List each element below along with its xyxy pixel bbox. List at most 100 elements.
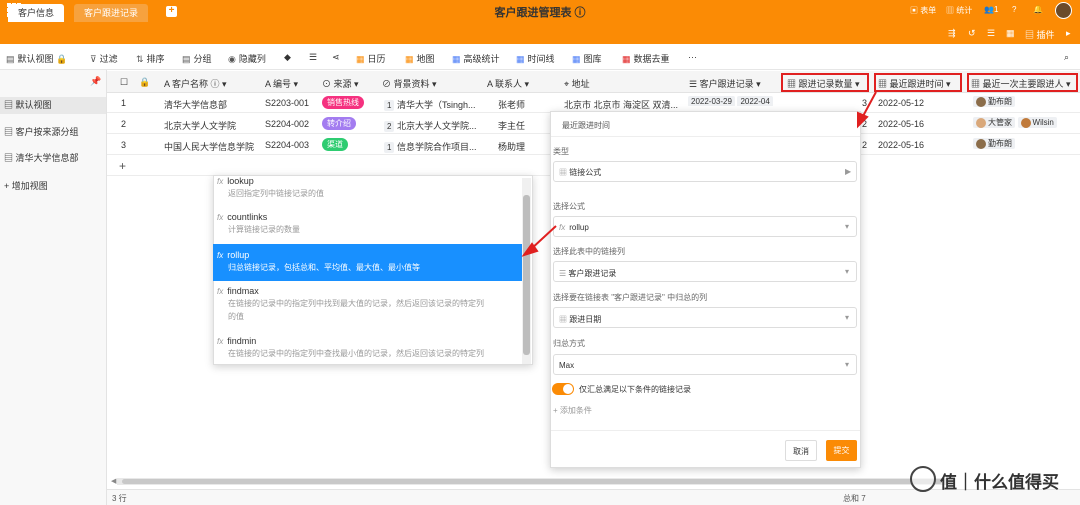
- lock-icon: 🔒: [56, 54, 68, 64]
- col-header-contact[interactable]: A 联系人 ▾: [487, 77, 529, 90]
- formula-select[interactable]: [553, 216, 857, 237]
- sidebar-item-tsinghua[interactable]: ▤ 清华大学信息部: [4, 151, 79, 164]
- cell-code[interactable]: S2204-003: [265, 140, 309, 150]
- filter-button[interactable]: ⊽ 过滤: [90, 52, 118, 65]
- cancel-button[interactable]: 取消: [785, 440, 817, 461]
- calendar-button[interactable]: ▦ 日历: [356, 52, 386, 65]
- cell-address[interactable]: 北京市 北京市 海淀区 双清...: [564, 98, 682, 111]
- cell-code[interactable]: S2203-001: [265, 98, 309, 108]
- panel-title[interactable]: 最近跟进时间: [562, 120, 610, 131]
- more-icon[interactable]: ▸: [1066, 28, 1071, 39]
- users-button[interactable]: 👥1: [984, 5, 998, 14]
- search-icon[interactable]: ⌕: [1064, 52, 1069, 63]
- horizontal-scrollbar-thumb[interactable]: [122, 479, 942, 484]
- gallery-button[interactable]: ▦ 图库: [572, 52, 602, 65]
- source-badge[interactable]: 转介绍: [322, 117, 356, 130]
- scroll-left-icon[interactable]: ◀: [111, 477, 116, 485]
- share-icon[interactable]: ⇶: [948, 28, 956, 39]
- aggregation-value: Max: [559, 361, 575, 370]
- annotation-arrow-rollup: [521, 225, 557, 257]
- source-badge[interactable]: 渠道: [322, 138, 348, 151]
- add-row-line: [107, 156, 558, 176]
- add-view-button[interactable]: + 增加视图: [4, 179, 48, 192]
- fields-icon[interactable]: ▦: [1006, 28, 1015, 39]
- panel-divider: [551, 136, 860, 137]
- cell-main-person[interactable]: 勤布朗: [973, 138, 1015, 149]
- cell-last-time[interactable]: 2022-05-16: [878, 119, 924, 129]
- cell-contact[interactable]: 张老师: [498, 98, 525, 111]
- rollup-column-label: 选择要在链接表 "客户跟进记录" 中归总的列: [553, 293, 708, 302]
- group-button[interactable]: ▤ 分组: [182, 52, 212, 65]
- history-icon[interactable]: ↺: [968, 28, 976, 39]
- col-header-name[interactable]: A 客户名称 ⓘ ▾: [164, 77, 227, 90]
- cell-contact[interactable]: 杨助理: [498, 140, 525, 153]
- cell-background[interactable]: 1 清华大学（Tsingh...: [384, 98, 484, 111]
- more-tools-button[interactable]: ···: [688, 52, 697, 62]
- info-icon[interactable]: ⓘ: [575, 7, 586, 19]
- fill-icon[interactable]: ◆: [284, 52, 291, 63]
- cell-name[interactable]: 北京大学人文学院: [164, 119, 256, 132]
- col-header-background[interactable]: ⊘ 背景资料 ▾: [382, 77, 437, 90]
- cell-main-person[interactable]: 大管家 Wilsin: [973, 117, 1057, 128]
- cell-background[interactable]: 1 信息学院合作项目...: [384, 140, 484, 153]
- sort-button[interactable]: ⇅ 排序: [136, 52, 165, 65]
- plugin-button[interactable]: ▤ 插件: [1025, 28, 1055, 41]
- row-number: 2: [121, 119, 127, 129]
- option-findmax[interactable]: fx findmax 在链接的记录中的指定列中找到最大值的记录，然后返回该记录的特…: [213, 286, 523, 330]
- dropdown-scrollbar-thumb[interactable]: [523, 195, 530, 355]
- source-badge[interactable]: 销售热线: [322, 96, 364, 109]
- stats-button[interactable]: ▥ 统计: [946, 5, 972, 16]
- map-button[interactable]: ▦ 地图: [405, 52, 435, 65]
- table-footer: [107, 489, 1080, 505]
- add-condition-button[interactable]: + 添加条件: [553, 405, 592, 416]
- cell-background[interactable]: 2 北京大学人文学院...: [384, 119, 484, 132]
- pin-icon[interactable]: 📌: [90, 76, 101, 87]
- formula-value: fx rollup: [559, 223, 589, 232]
- user-avatar[interactable]: [1055, 2, 1072, 19]
- col-header-source[interactable]: ⊙ 来源 ▾: [322, 77, 359, 90]
- chevron-down-icon: ▾: [845, 222, 850, 231]
- chevron-down-icon: ▾: [845, 360, 850, 369]
- settings-icon[interactable]: ☰: [987, 28, 995, 39]
- hide-columns-button[interactable]: ◉ 隐藏列: [228, 52, 266, 65]
- sidebar-item-by-source[interactable]: ▤ 客户按来源分组: [4, 125, 79, 138]
- dedupe-button[interactable]: ▦ 数据去重: [622, 52, 670, 65]
- cell-name[interactable]: 清华大学信息部: [164, 98, 256, 111]
- secondary-bar: [0, 22, 1080, 44]
- option-findmin[interactable]: fx findmin 在链接的记录中的指定列中查找最小值的记录，然后返回该记录的特…: [213, 336, 523, 364]
- cell-last-time[interactable]: 2022-05-12: [878, 98, 924, 108]
- watermark-logo-icon: [910, 466, 936, 492]
- cell-code[interactable]: S2204-002: [265, 119, 309, 129]
- submit-button[interactable]: 提交: [826, 440, 857, 461]
- advanced-stats-button[interactable]: ▦ 高级统计: [452, 52, 500, 65]
- cell-contact[interactable]: 李主任: [498, 119, 525, 132]
- condition-toggle[interactable]: [552, 383, 574, 395]
- row-number: 1: [121, 98, 127, 108]
- row-height-icon[interactable]: ☰: [309, 52, 317, 63]
- option-countlinks[interactable]: fx countlinks 计算链接记录的数量: [213, 212, 523, 240]
- aggregation-label: 归总方式: [553, 339, 585, 348]
- watermark-text: 值｜什么值得买: [940, 473, 1059, 492]
- option-rollup[interactable]: fx rollup 归总链接记录，包括总和、平均值、最大值、最小值等: [213, 244, 523, 281]
- option-lookup[interactable]: fx lookup 返回指定列中链接记录的值: [213, 176, 523, 204]
- aggregation-select[interactable]: [553, 354, 857, 375]
- help-icon[interactable]: ?: [1012, 5, 1016, 14]
- col-header-code[interactable]: A 编号 ▾: [265, 77, 298, 90]
- view-selector[interactable]: ▤ 默认视图 🔒: [6, 52, 67, 65]
- cell-main-person[interactable]: 勤布朗: [973, 96, 1015, 107]
- cell-count[interactable]: 2: [862, 140, 867, 150]
- sidebar-item-default[interactable]: ▤ 默认视图: [0, 97, 106, 114]
- timeline-button[interactable]: ▦ 时间线: [516, 52, 555, 65]
- rollup-column-value: ▦ 跟进日期: [559, 315, 602, 324]
- select-all-checkbox[interactable]: ☐: [120, 77, 128, 88]
- form-button[interactable]: ▣ 表单: [910, 5, 936, 16]
- share-link-icon[interactable]: ⋖: [332, 52, 340, 63]
- bell-icon[interactable]: 🔔: [1033, 5, 1043, 14]
- cell-name[interactable]: 中国人民大学信息学院: [164, 140, 259, 153]
- cell-records[interactable]: 2022-03-29 2022-04: [688, 96, 778, 106]
- col-header-address[interactable]: ⌖ 地址: [564, 77, 590, 90]
- row-number: 3: [121, 140, 127, 150]
- col-header-records[interactable]: ☰ 客户跟进记录 ▾: [689, 77, 761, 90]
- formula-label: 选择公式: [553, 202, 585, 211]
- cell-last-time[interactable]: 2022-05-16: [878, 140, 924, 150]
